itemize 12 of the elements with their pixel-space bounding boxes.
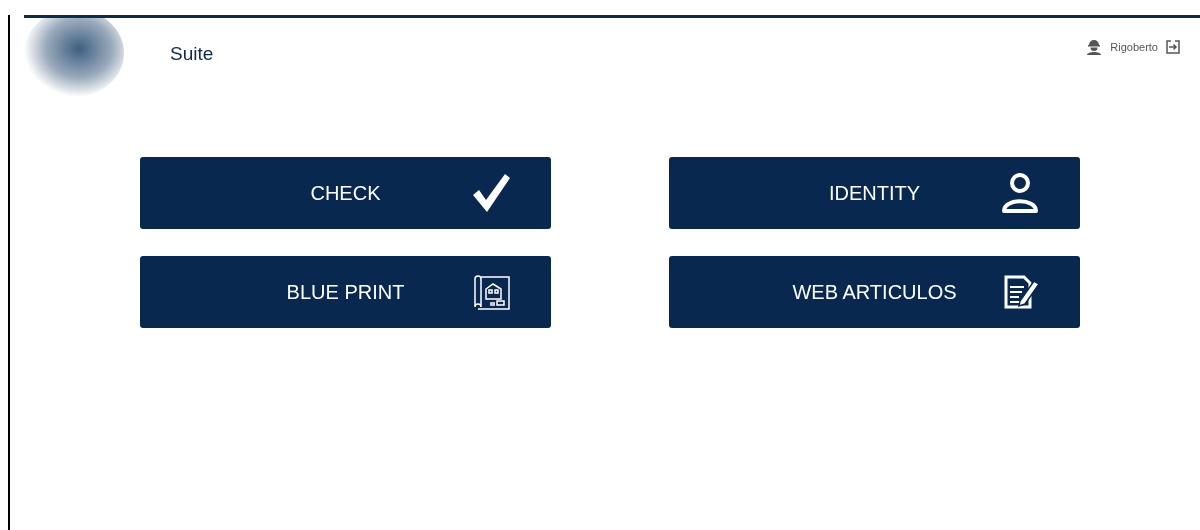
app-button[interactable]: BLUE PRINT — [140, 256, 551, 328]
app-button[interactable]: IDENTITY — [669, 157, 1080, 229]
app-button[interactable]: CHECK — [140, 157, 551, 229]
blueprint-icon — [473, 273, 511, 311]
worker-avatar-icon — [1086, 39, 1103, 55]
checkmark-icon — [471, 173, 511, 213]
user-name: Rigoberto — [1110, 41, 1158, 53]
app-button[interactable]: WEB ARTICULOS — [669, 256, 1080, 328]
app-title: Suite — [170, 43, 214, 65]
logout-icon[interactable] — [1166, 40, 1180, 54]
document-edit-icon — [1002, 273, 1040, 311]
person-icon — [1000, 172, 1040, 214]
